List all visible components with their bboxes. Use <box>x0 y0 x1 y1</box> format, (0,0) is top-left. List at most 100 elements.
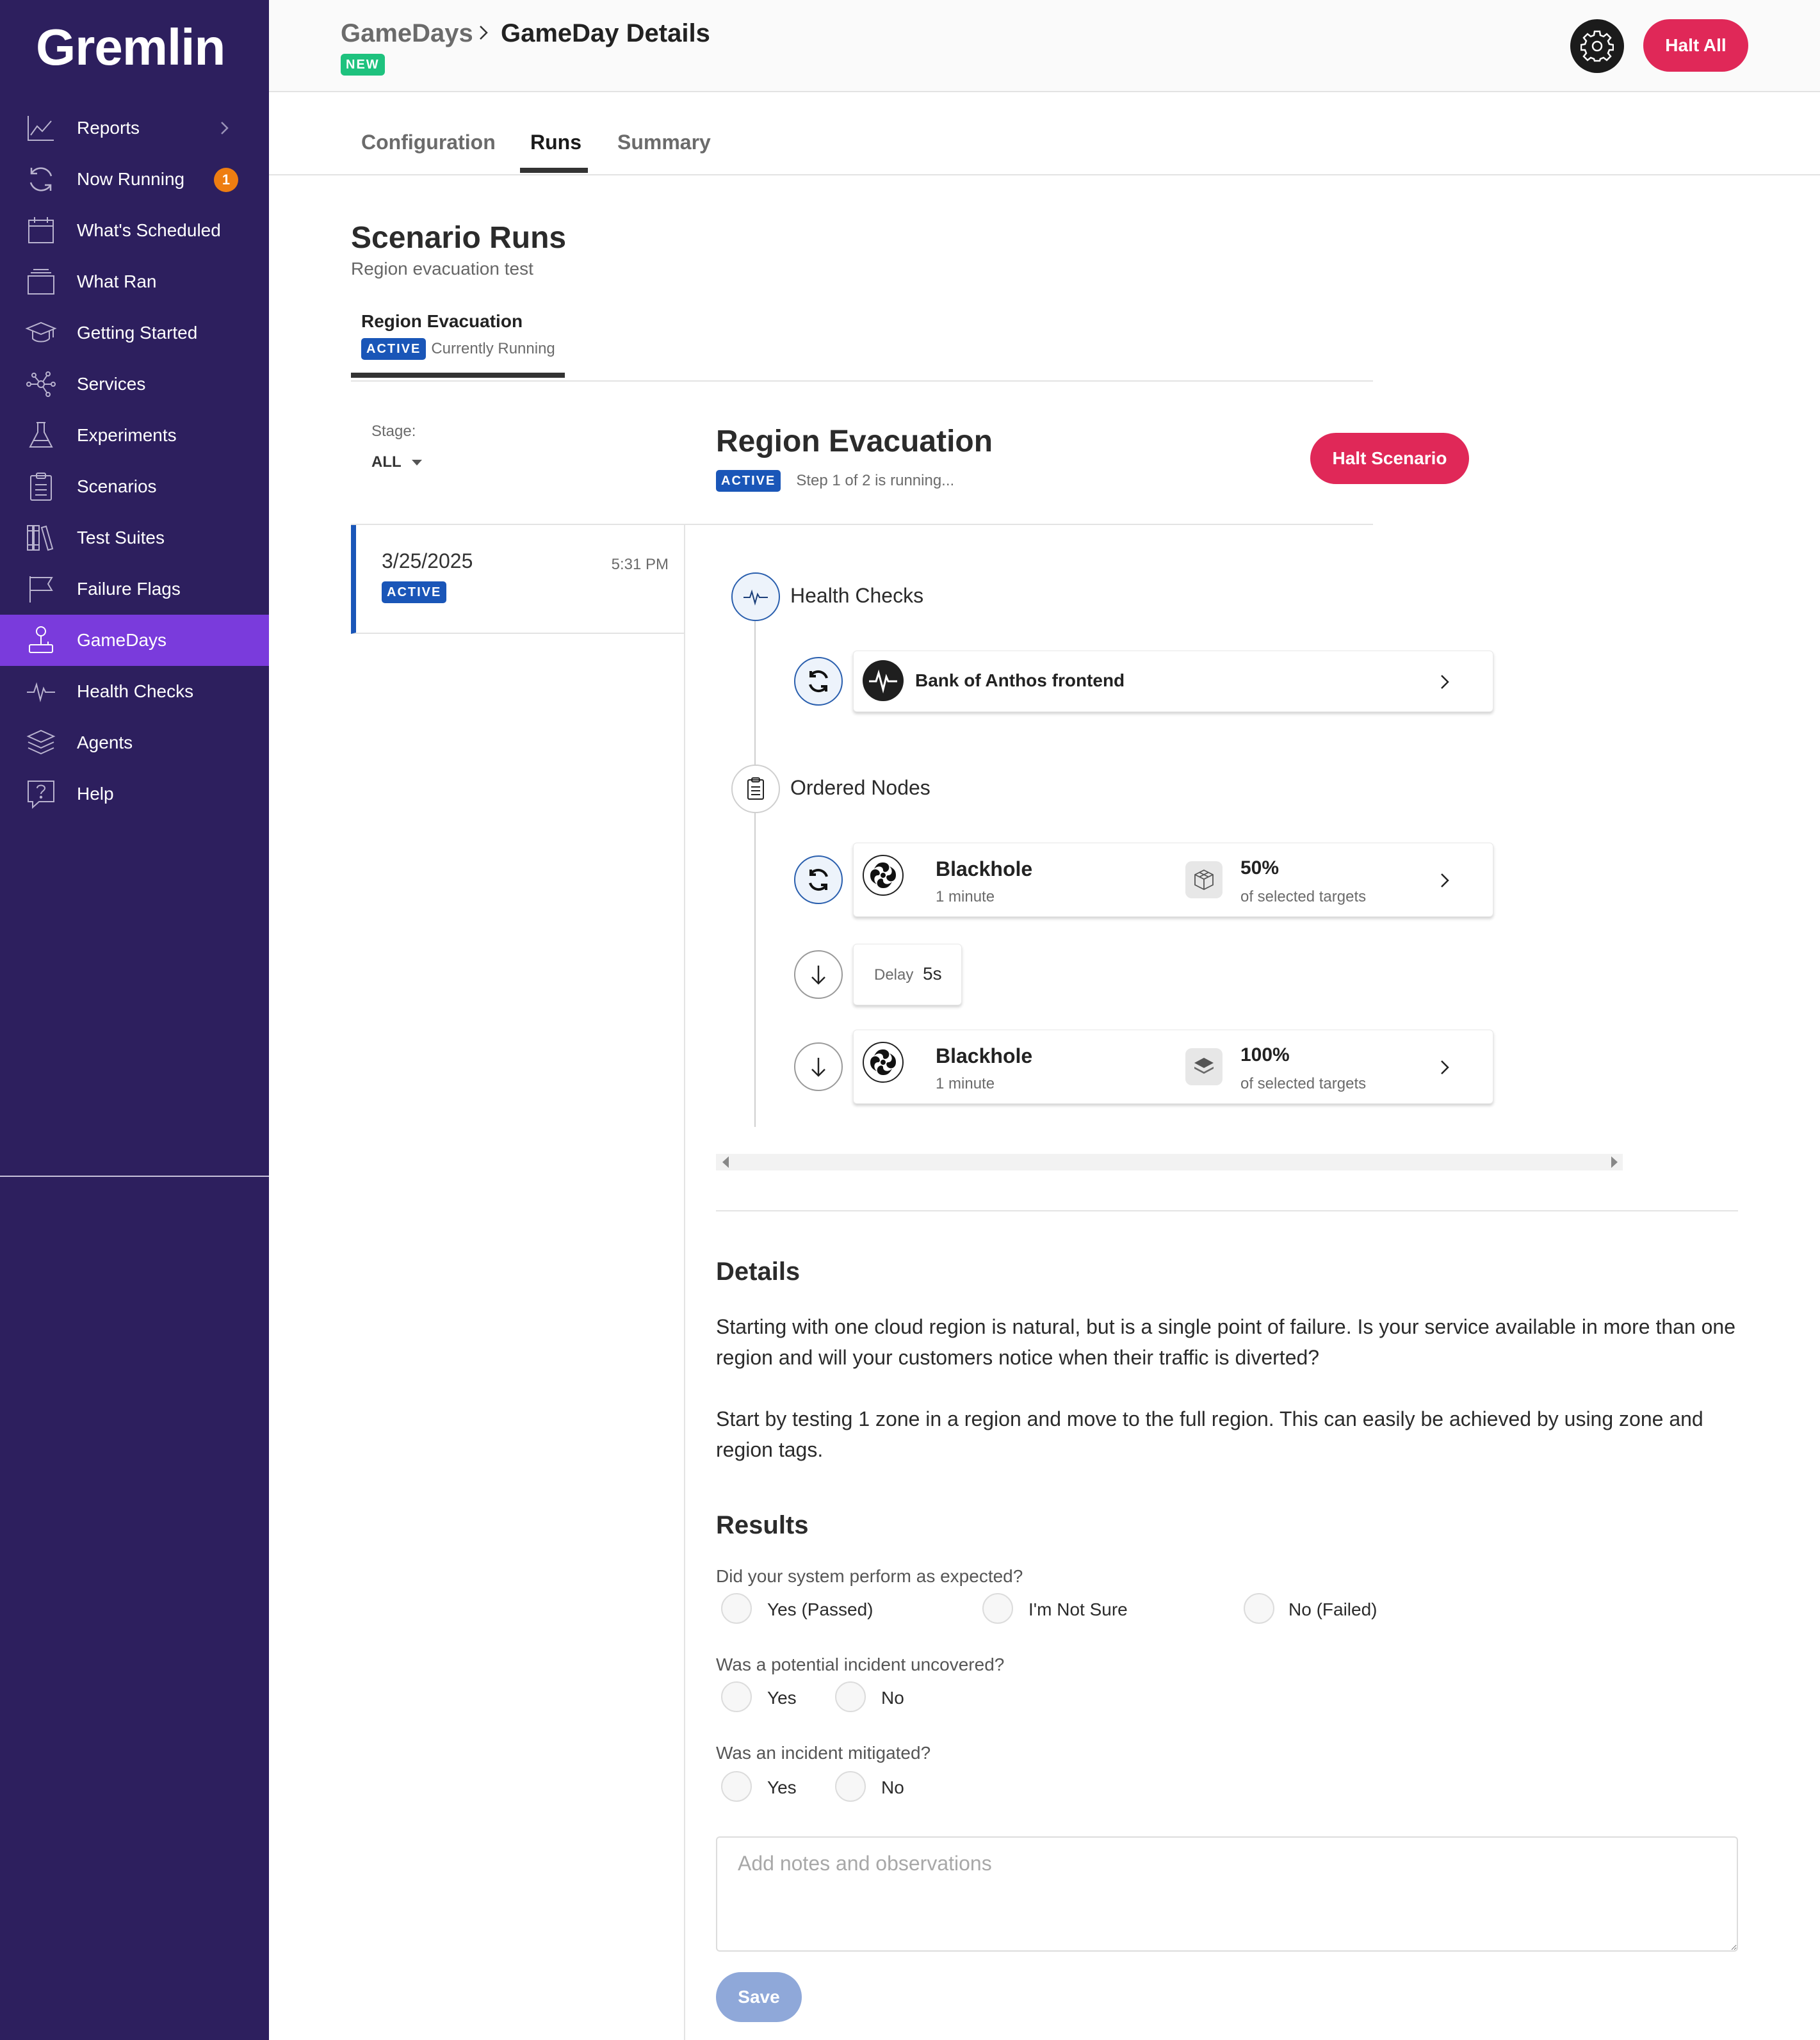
new-badge: NEW <box>341 54 385 76</box>
active-tab-indicator <box>520 168 588 173</box>
layers-icon <box>1194 1058 1214 1074</box>
target-label: of selected targets <box>1240 888 1367 905</box>
notes-textarea[interactable] <box>716 1836 1738 1952</box>
breadcrumb-current: GameDay Details <box>501 19 710 47</box>
graduation-cap-icon <box>24 316 58 350</box>
clipboard-icon <box>747 777 764 800</box>
scroll-left-icon[interactable] <box>722 1156 729 1168</box>
scenario-tab-name: Region Evacuation <box>361 311 523 331</box>
blackhole-node-card[interactable]: Blackhole 1 minute 100% of selected targ… <box>853 1030 1493 1104</box>
halt-scenario-button[interactable]: Halt Scenario <box>1310 433 1469 484</box>
save-button[interactable]: Save <box>716 1972 802 2022</box>
horizontal-scrollbar[interactable] <box>716 1154 1623 1170</box>
chevron-right-icon <box>480 26 488 40</box>
scenario-tab-region-evacuation[interactable]: Region Evacuation ACTIVE Currently Runni… <box>351 302 565 378</box>
sidebar-item-label: Scenarios <box>77 476 157 496</box>
target-layers-icon <box>1185 1048 1223 1085</box>
stage-dropdown[interactable]: ALL <box>371 453 422 471</box>
target-percent: 100% <box>1240 1044 1290 1065</box>
radio-label: Yes <box>767 1777 797 1797</box>
breadcrumb-gamedays[interactable]: GameDays <box>341 19 473 48</box>
sidebar-item-help[interactable]: Help <box>0 768 269 820</box>
clipboard-icon <box>24 470 58 503</box>
health-check-name: Bank of Anthos frontend <box>915 670 1125 690</box>
radio-incident-mitigated-yes[interactable] <box>721 1771 752 1802</box>
sidebar-item-gamedays[interactable]: GameDays <box>0 615 269 666</box>
ordered-nodes-heading: Ordered Nodes <box>790 776 930 799</box>
radio-label: I'm Not Sure <box>1028 1599 1128 1619</box>
scroll-right-icon[interactable] <box>1611 1156 1618 1168</box>
sidebar-item-failure-flags[interactable]: Failure Flags <box>0 563 269 615</box>
timeline-line <box>754 813 756 1127</box>
now-running-count-badge: 1 <box>214 168 238 192</box>
blackhole-node-card[interactable]: Blackhole 1 minute 50% of selected targe… <box>853 843 1493 917</box>
settings-button[interactable] <box>1570 19 1624 73</box>
blackhole-icon <box>870 862 896 888</box>
node-title: Blackhole <box>936 1044 1033 1067</box>
delay-card[interactable]: Delay 5s <box>853 944 962 1005</box>
sidebar-item-now-running[interactable]: Now Running 1 <box>0 154 269 205</box>
radio-no-failed[interactable] <box>1244 1593 1274 1624</box>
main-content: Scenario Runs Region evacuation test Reg… <box>269 177 1820 2040</box>
run-list-item[interactable]: 3/25/2025 5:31 PM ACTIVE <box>351 525 684 634</box>
chevron-right-icon <box>1441 873 1449 887</box>
sidebar-item-services[interactable]: Services <box>0 359 269 410</box>
results-heading: Results <box>716 1511 809 1539</box>
tab-summary[interactable]: Summary <box>617 131 711 154</box>
radio-not-sure[interactable] <box>982 1593 1013 1624</box>
sidebar-item-reports[interactable]: Reports <box>0 102 269 154</box>
chevron-right-icon <box>221 122 229 134</box>
arrow-down-icon <box>811 1058 825 1077</box>
help-icon <box>24 777 58 811</box>
radio-incident-uncovered-yes[interactable] <box>721 1681 752 1712</box>
sidebar-item-getting-started[interactable]: Getting Started <box>0 307 269 359</box>
health-check-card[interactable]: Bank of Anthos frontend <box>853 651 1493 712</box>
pulse-icon <box>24 675 58 708</box>
question-performance: Did your system perform as expected? <box>716 1566 1023 1586</box>
node-duration: 1 minute <box>936 888 995 905</box>
flask-icon <box>24 419 58 452</box>
sidebar-item-health-checks[interactable]: Health Checks <box>0 666 269 717</box>
sidebar-item-whats-scheduled[interactable]: What's Scheduled <box>0 205 269 256</box>
chart-line-icon <box>24 111 58 145</box>
refresh-icon <box>24 163 58 196</box>
gremlin-logo[interactable]: Gremlin <box>36 18 225 77</box>
gear-icon <box>1580 30 1614 62</box>
run-time: 5:31 PM <box>611 556 669 573</box>
sidebar-item-test-suites[interactable]: Test Suites <box>0 512 269 563</box>
blackhole-icon <box>870 1049 896 1075</box>
delay-value: 5s <box>923 964 942 984</box>
radio-yes-passed[interactable] <box>721 1593 752 1624</box>
sidebar-item-scenarios[interactable]: Scenarios <box>0 461 269 512</box>
ordered-nodes-section-icon <box>731 765 780 813</box>
run-date: 3/25/2025 <box>382 549 473 572</box>
step-progress-text: Step 1 of 2 is running... <box>796 472 955 489</box>
sidebar-item-label: GameDays <box>77 630 167 650</box>
running-status-indicator <box>794 855 843 904</box>
blackhole-avatar <box>863 1042 904 1083</box>
divider <box>716 1210 1738 1211</box>
sidebar-item-what-ran[interactable]: What Ran <box>0 256 269 307</box>
pulse-icon <box>869 669 897 693</box>
arrow-down-icon <box>811 966 825 985</box>
active-scenario-indicator <box>351 373 565 378</box>
radio-incident-uncovered-no[interactable] <box>835 1681 866 1712</box>
sidebar-item-label: Getting Started <box>77 323 198 343</box>
target-percent: 50% <box>1240 857 1280 878</box>
sidebar-item-experiments[interactable]: Experiments <box>0 410 269 461</box>
radio-label: Yes <box>767 1688 797 1708</box>
sidebar-item-label: Help <box>77 784 114 804</box>
pending-status-indicator <box>794 950 843 999</box>
health-check-avatar <box>863 660 904 701</box>
page-title: Scenario Runs <box>351 221 567 255</box>
sidebar-item-label: Failure Flags <box>77 579 181 599</box>
halt-all-button[interactable]: Halt All <box>1643 19 1748 72</box>
node-title: Blackhole <box>936 857 1033 880</box>
pending-status-indicator <box>794 1042 843 1091</box>
tab-configuration[interactable]: Configuration <box>361 131 496 154</box>
sidebar: Gremlin Reports Now Running 1 What's Sch… <box>0 0 269 2040</box>
sidebar-item-label: Services <box>77 374 146 394</box>
sidebar-item-agents[interactable]: Agents <box>0 717 269 768</box>
radio-incident-mitigated-no[interactable] <box>835 1771 866 1802</box>
tab-runs[interactable]: Runs <box>530 131 581 154</box>
